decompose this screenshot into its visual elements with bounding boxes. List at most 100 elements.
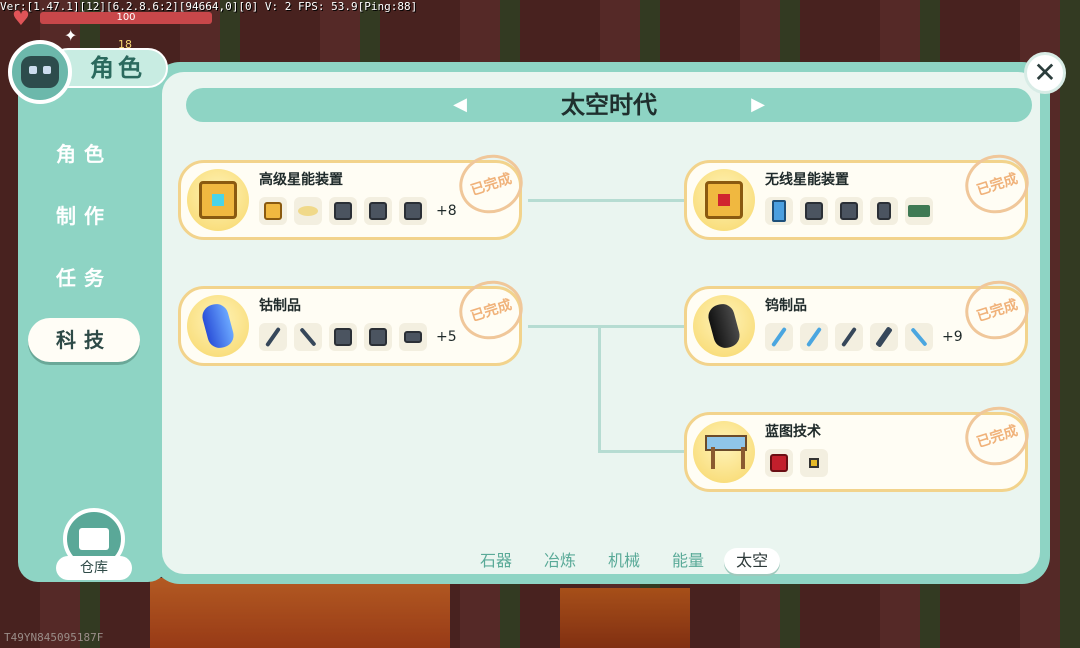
role-header: 角色 (8, 40, 168, 104)
pickaxe-icon (910, 327, 928, 347)
machine-block-icon (404, 202, 422, 220)
tech-items: +5 (259, 323, 457, 351)
item-slot[interactable] (399, 197, 427, 225)
drill-icon (875, 326, 893, 348)
red-block-icon (770, 454, 788, 472)
item-slot[interactable] (870, 197, 898, 225)
tech-card-advanced-star-device[interactable]: 高级星能装置 +8 已完成 (178, 146, 531, 240)
item-slot[interactable] (294, 197, 322, 225)
tech-connector (598, 450, 688, 453)
warehouse-label: 仓库 (56, 556, 132, 580)
tech-icon-circle (693, 421, 755, 483)
completed-stamp: 已完成 (957, 272, 1037, 348)
tech-icon-circle (187, 295, 249, 357)
pickaxe-icon (299, 327, 317, 347)
tech-name: 钨制品 (765, 298, 807, 314)
item-slot[interactable] (765, 197, 793, 225)
machine-block-icon (334, 202, 352, 220)
item-slot[interactable] (905, 323, 933, 351)
era-header: ◀ 太空时代 ▶ (186, 88, 1032, 122)
machine-block-icon (840, 202, 858, 220)
item-slot[interactable] (259, 323, 287, 351)
item-slot[interactable] (364, 197, 392, 225)
tech-panel: ◀ 太空时代 ▶ 高级星能装置 +8 已完成 无线星能装置 已完成 钴制品 +5… (152, 62, 1050, 584)
tech-card-cobalt-items[interactable]: 钴制品 +5 已完成 (178, 272, 531, 366)
tab-smelting[interactable]: 冶炼 (544, 548, 576, 574)
sparkle-icon: ✦ (64, 26, 78, 45)
leggings-icon (404, 331, 422, 343)
machine-block-icon (805, 202, 823, 220)
sidebar-item-craft[interactable]: 制作 (28, 194, 140, 238)
sword-icon (806, 326, 822, 348)
circuit-board-icon (908, 205, 930, 217)
tech-items: +8 (259, 197, 457, 225)
item-slot[interactable] (905, 197, 933, 225)
era-title: 太空时代 (561, 91, 657, 119)
avatar[interactable] (8, 40, 72, 104)
glass-pane-icon (772, 200, 786, 222)
tech-name: 无线星能装置 (765, 172, 849, 188)
tech-card-blueprint[interactable]: 蓝图技术 已完成 (684, 398, 1037, 492)
tech-items (765, 197, 940, 225)
helmet-icon (334, 328, 352, 346)
health-bar: 100 (40, 12, 212, 24)
cobalt-ingot-icon (199, 301, 237, 351)
wireless-device-icon (705, 181, 743, 219)
sword-icon (771, 326, 787, 348)
sidebar-item-role[interactable]: 角色 (28, 132, 140, 176)
item-slot[interactable] (364, 323, 392, 351)
tech-name: 钴制品 (259, 298, 301, 314)
tech-items (765, 449, 835, 477)
tech-card-tungsten-items[interactable]: 钨制品 +9 已完成 (684, 272, 1037, 366)
sidebar-item-task[interactable]: 任务 (28, 256, 140, 300)
item-slot[interactable] (870, 323, 898, 351)
tech-icon-circle (693, 169, 755, 231)
close-icon[interactable]: ✕ (1024, 52, 1066, 94)
shovel-icon (841, 326, 857, 348)
item-slot[interactable] (835, 197, 863, 225)
tab-energy[interactable]: 能量 (672, 548, 704, 574)
blueprint-table-icon (705, 435, 747, 469)
tab-machinery[interactable]: 机械 (608, 548, 640, 574)
tech-items: +9 (765, 323, 963, 351)
sidebar-item-tech[interactable]: 科技 (28, 318, 140, 362)
item-slot[interactable] (800, 323, 828, 351)
item-slot[interactable] (765, 323, 793, 351)
tungsten-ingot-icon (705, 301, 743, 351)
chestplate-icon (369, 328, 387, 346)
tech-connector (528, 199, 688, 202)
item-slot[interactable] (259, 197, 287, 225)
disc-icon (298, 206, 318, 216)
sword-icon (265, 326, 281, 348)
era-tabs: 石器 冶炼 机械 能量 太空 (480, 548, 812, 574)
tech-icon-circle (693, 295, 755, 357)
sidebar: 角色 制作 任务 科技 仓库 (18, 70, 168, 582)
star-energy-device-icon (199, 181, 237, 219)
completed-stamp: 已完成 (451, 272, 531, 348)
avatar-face-icon (21, 56, 59, 88)
level-number: 18 (118, 38, 132, 51)
tab-space[interactable]: 太空 (724, 548, 781, 574)
item-slot[interactable] (294, 323, 322, 351)
completed-stamp: 已完成 (451, 146, 531, 222)
tech-card-wireless-star-device[interactable]: 无线星能装置 已完成 (684, 146, 1037, 240)
more-count: +5 (436, 329, 457, 345)
item-slot[interactable] (329, 197, 357, 225)
antenna-icon (877, 202, 891, 220)
item-slot[interactable] (800, 449, 828, 477)
tech-panel-body: ◀ 太空时代 ▶ 高级星能装置 +8 已完成 无线星能装置 已完成 钴制品 +5… (162, 72, 1040, 574)
tech-connector (528, 325, 688, 328)
item-slot[interactable] (399, 323, 427, 351)
item-slot[interactable] (835, 323, 863, 351)
small-gold-block-icon (809, 458, 819, 468)
item-slot[interactable] (765, 449, 793, 477)
machine-block-icon (369, 202, 387, 220)
item-slot[interactable] (800, 197, 828, 225)
arrow-right-icon[interactable]: ▶ (748, 94, 768, 116)
item-slot[interactable] (329, 323, 357, 351)
heart-icon: ♥ (12, 6, 30, 30)
tab-stone[interactable]: 石器 (480, 548, 512, 574)
completed-stamp: 已完成 (957, 398, 1037, 474)
tech-connector (598, 325, 601, 453)
warehouse-button[interactable]: 仓库 (44, 508, 144, 580)
